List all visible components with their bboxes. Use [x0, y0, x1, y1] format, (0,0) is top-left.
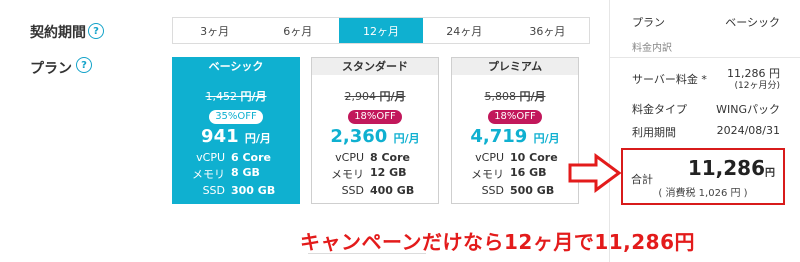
total-amount: 11,286: [687, 156, 765, 180]
monthly-price: 941 円/月: [201, 126, 271, 147]
discount-badge: 18%OFF: [348, 110, 402, 124]
divider: [308, 253, 426, 254]
plan-card-premium[interactable]: プレミアム 5,808 円/月 18%OFF 4,719 円/月 vCPU 10 …: [451, 57, 579, 204]
fee-type-row: 料金タイプ WINGパック: [632, 103, 780, 116]
monthly-price: 2,360 円/月: [330, 126, 420, 147]
arrow-right-icon: [568, 153, 622, 193]
original-price: 1,452 円/月: [205, 90, 267, 103]
usage-period-row: 利用期間 2024/08/31: [632, 124, 780, 139]
plan-label: プラン: [30, 61, 72, 77]
tax-note: ( 消費税 1,026 円 ): [658, 188, 748, 199]
plan-name: ベーシック: [173, 58, 299, 75]
fee-breakdown-label: 料金内訳: [632, 43, 672, 54]
original-price: 2,904 円/月: [344, 90, 406, 103]
term-tab-3-months[interactable]: 3ヶ月: [173, 18, 256, 43]
total-unit: 円: [765, 168, 775, 179]
contract-period-label: 契約期間: [30, 25, 86, 41]
summary-plan-row: プラン ベーシック: [632, 16, 780, 29]
term-tab-6-months[interactable]: 6ヶ月: [256, 18, 339, 43]
monthly-price: 4,719 円/月: [470, 126, 560, 147]
plan-name: プレミアム: [452, 58, 578, 75]
help-icon[interactable]: ?: [76, 57, 92, 73]
campaign-caption: キャンペーンだけなら12ヶ月で11,286円: [300, 230, 696, 254]
plan-specs: vCPU 10 Core メモリ 16 GB SSD 500 GB: [471, 151, 558, 197]
original-price: 5,808 円/月: [484, 90, 546, 103]
plan-card-standard[interactable]: スタンダード 2,904 円/月 18%OFF 2,360 円/月 vCPU 8 …: [311, 57, 439, 204]
term-tab-24-months[interactable]: 24ヶ月: [423, 18, 506, 43]
term-tab-36-months[interactable]: 36ヶ月: [506, 18, 589, 43]
order-summary-panel: プラン ベーシック 料金内訳 サーバー料金 * 11,286 円 (12ヶ月分) 料…: [609, 0, 800, 262]
total-box: 合計 11,286 円 ( 消費税 1,026 円 ): [621, 148, 785, 205]
plan-specs: vCPU 8 Core メモリ 12 GB SSD 400 GB: [331, 151, 415, 197]
plan-card-basic[interactable]: ベーシック 1,452 円/月 35%OFF 941 円/月 vCPU 6 Cor…: [172, 57, 300, 204]
help-icon[interactable]: ?: [88, 23, 104, 39]
divider: [610, 57, 800, 58]
plan-name: スタンダード: [312, 58, 438, 75]
discount-badge: 35%OFF: [209, 110, 263, 124]
server-fee-row: サーバー料金 * 11,286 円 (12ヶ月分): [632, 67, 780, 91]
discount-badge: 18%OFF: [488, 110, 542, 124]
term-tab-12-months[interactable]: 12ヶ月: [339, 18, 423, 43]
plan-specs: vCPU 6 Core メモリ 8 GB SSD 300 GB: [192, 151, 276, 197]
contract-term-tabs: 3ヶ月 6ヶ月 12ヶ月 24ヶ月 36ヶ月: [172, 17, 590, 44]
